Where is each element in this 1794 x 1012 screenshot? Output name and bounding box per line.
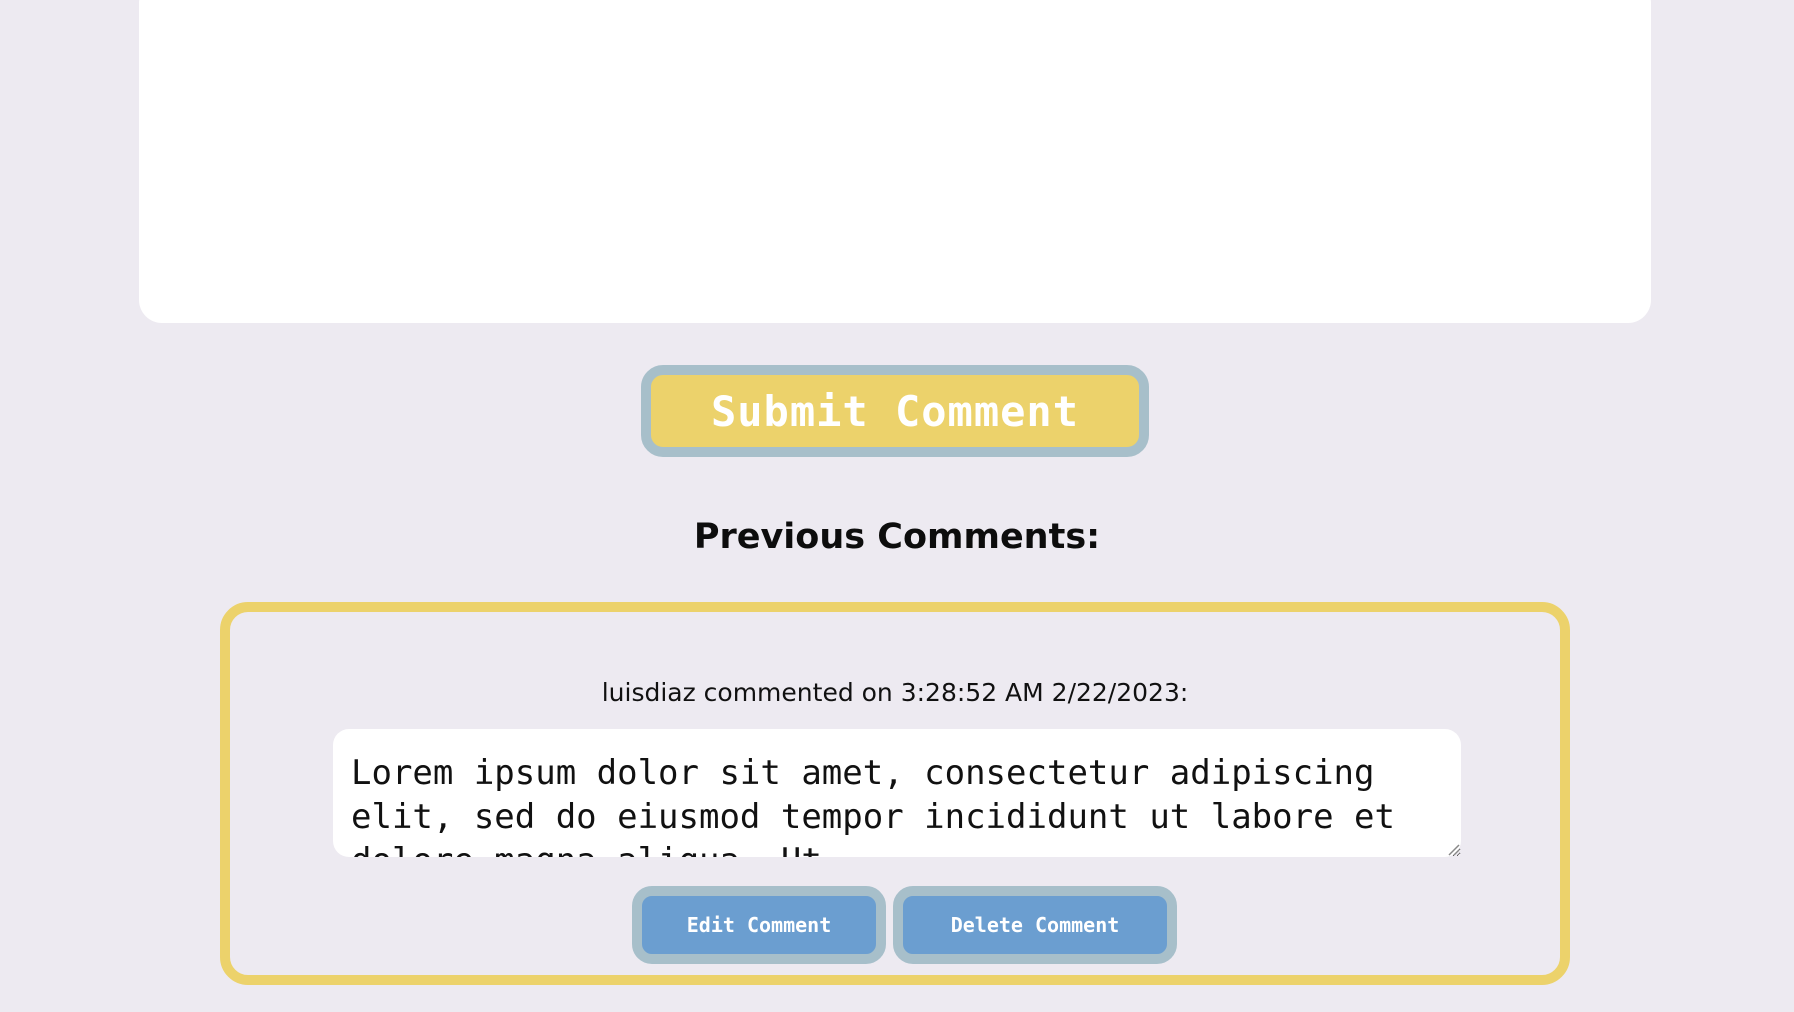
edit-comment-button[interactable]: Edit Comment [632, 886, 886, 964]
comment-meta: luisdiaz commented on 3:28:52 AM 2/22/20… [601, 678, 1189, 707]
comment-body-textarea[interactable]: Lorem ipsum dolor sit amet, consectetur … [333, 729, 1461, 857]
delete-comment-button[interactable]: Delete Comment [893, 886, 1177, 964]
previous-comments-heading: Previous Comments: [693, 517, 1101, 557]
page: Submit Comment Previous Comments: luisdi… [0, 0, 1794, 1012]
comment-editor-panel[interactable] [139, 0, 1651, 323]
submit-comment-button[interactable]: Submit Comment [641, 365, 1149, 457]
comment-card: luisdiaz commented on 3:28:52 AM 2/22/20… [220, 602, 1570, 985]
